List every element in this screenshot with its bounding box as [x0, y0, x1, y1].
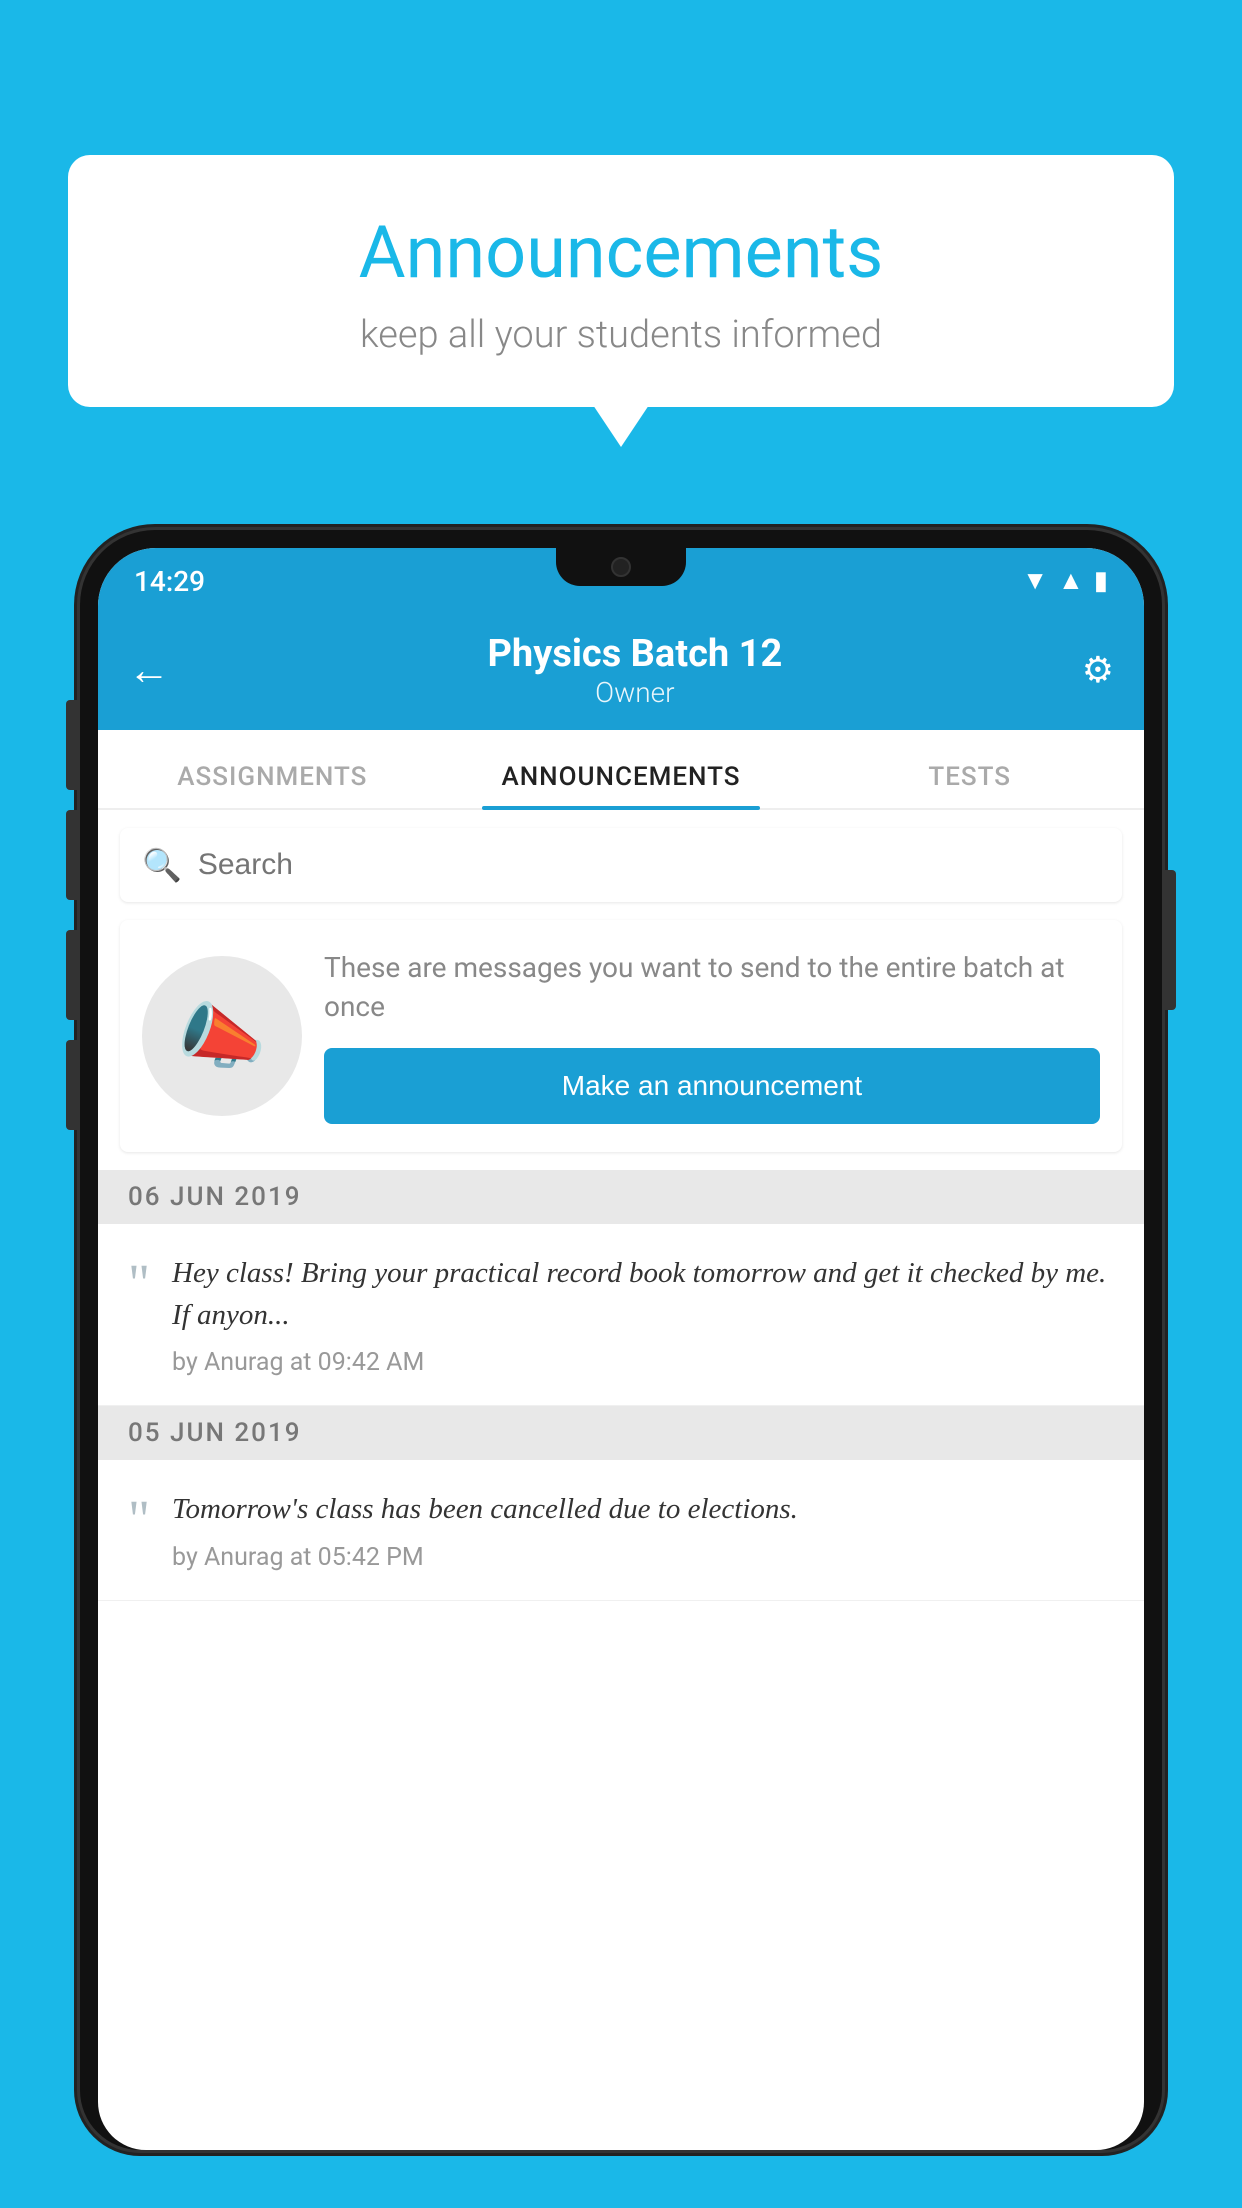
screen-content: 🔍 📣 These are messages you want to send …	[98, 810, 1144, 2150]
announcement-prompt-card: 📣 These are messages you want to send to…	[120, 920, 1122, 1152]
signal-icon: ▲	[1058, 565, 1084, 596]
phone-mockup: 14:29 ▼ ▲ ▮ ← Physics Batch 12 Owner ⚙	[80, 530, 1162, 2208]
tab-tests[interactable]: TESTS	[795, 762, 1144, 808]
status-icons: ▼ ▲ ▮	[1022, 565, 1108, 600]
quote-icon-2: "	[128, 1492, 150, 1571]
announcement-item-2-content: Tomorrow's class has been cancelled due …	[172, 1488, 798, 1571]
make-announcement-button[interactable]: Make an announcement	[324, 1048, 1100, 1124]
status-time: 14:29	[134, 565, 205, 600]
announcement-item-2[interactable]: " Tomorrow's class has been cancelled du…	[98, 1460, 1144, 1600]
app-header: ← Physics Batch 12 Owner ⚙	[98, 610, 1144, 730]
search-bar[interactable]: 🔍	[120, 828, 1122, 902]
hero-section: Announcements keep all your students inf…	[68, 155, 1174, 407]
announcement-text-1: Hey class! Bring your practical record b…	[172, 1252, 1114, 1336]
date-separator-2: 05 JUN 2019	[98, 1406, 1144, 1460]
tab-assignments[interactable]: ASSIGNMENTS	[98, 762, 447, 808]
hero-title: Announcements	[128, 210, 1114, 295]
camera-notch	[611, 557, 631, 577]
phone-screen: 14:29 ▼ ▲ ▮ ← Physics Batch 12 Owner ⚙	[98, 548, 1144, 2150]
quote-icon-1: "	[128, 1256, 150, 1377]
megaphone-icon: 📣	[177, 994, 267, 1079]
battery-icon: ▮	[1094, 566, 1108, 596]
announcement-meta-1: by Anurag at 09:42 AM	[172, 1348, 1114, 1377]
tab-bar: ASSIGNMENTS ANNOUNCEMENTS TESTS	[98, 730, 1144, 810]
announcement-prompt-right: These are messages you want to send to t…	[324, 948, 1100, 1124]
hero-subtitle: keep all your students informed	[128, 313, 1114, 357]
announcement-meta-2: by Anurag at 05:42 PM	[172, 1543, 798, 1572]
back-button[interactable]: ←	[128, 646, 188, 695]
settings-button[interactable]: ⚙	[1082, 649, 1114, 691]
search-icon: 🔍	[142, 846, 182, 884]
date-separator-1: 06 JUN 2019	[98, 1170, 1144, 1224]
phone-notch	[556, 548, 686, 586]
announcement-item-1-content: Hey class! Bring your practical record b…	[172, 1252, 1114, 1377]
announcement-item-1[interactable]: " Hey class! Bring your practical record…	[98, 1224, 1144, 1406]
header-subtitle: Owner	[188, 676, 1082, 709]
announcement-text-2: Tomorrow's class has been cancelled due …	[172, 1488, 798, 1530]
search-input[interactable]	[198, 848, 1100, 882]
header-title: Physics Batch 12	[188, 632, 1082, 676]
speech-bubble: Announcements keep all your students inf…	[68, 155, 1174, 407]
announcement-description: These are messages you want to send to t…	[324, 948, 1100, 1026]
announcement-icon-circle: 📣	[142, 956, 302, 1116]
header-center: Physics Batch 12 Owner	[188, 632, 1082, 709]
phone-outer: 14:29 ▼ ▲ ▮ ← Physics Batch 12 Owner ⚙	[80, 530, 1162, 2150]
tab-announcements[interactable]: ANNOUNCEMENTS	[447, 762, 796, 808]
wifi-icon: ▼	[1022, 565, 1048, 596]
